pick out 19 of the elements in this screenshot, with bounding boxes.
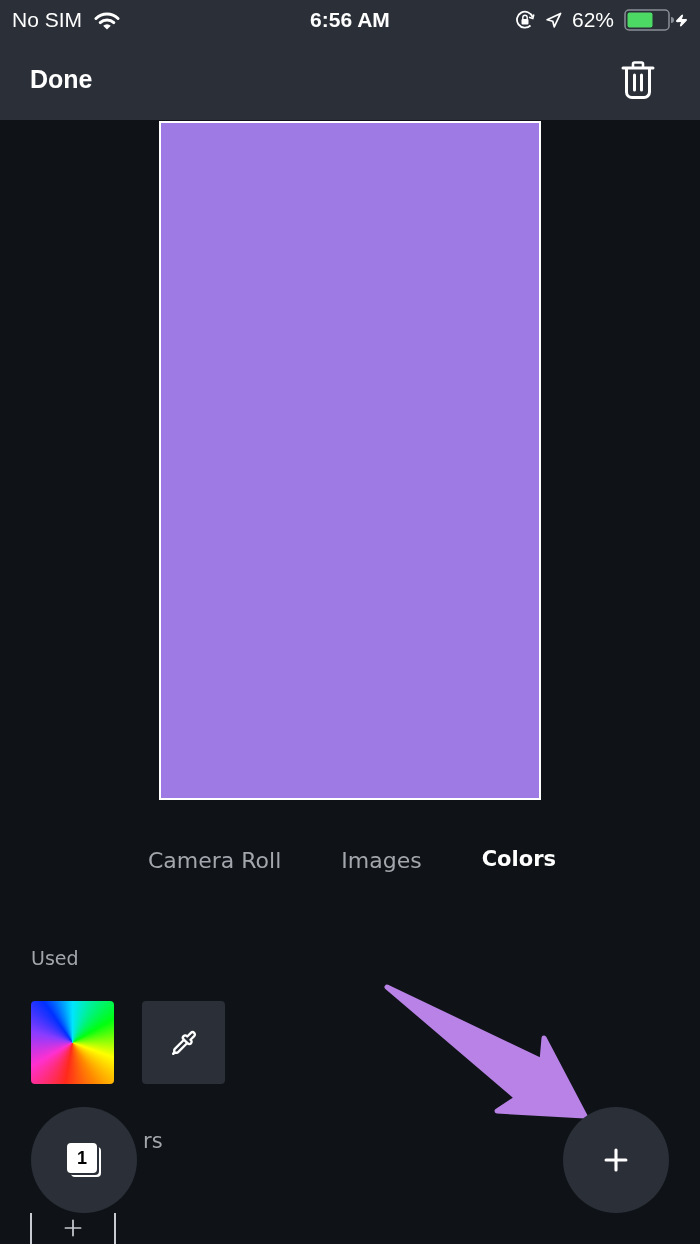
source-tab[interactable]: Colors [481,844,556,876]
battery-percent: 62% [571,7,614,34]
source-tab[interactable]: Images [341,843,422,877]
wifi-icon [94,10,120,30]
carrier-label: No SIM [12,7,82,34]
battery-icon [624,9,674,31]
pages-button[interactable]: 1 [31,1107,137,1213]
eyedropper-icon [170,1029,197,1056]
trash-icon[interactable] [621,61,655,99]
source-tab[interactable]: Camera Roll [148,843,282,877]
clock-time: 6:56 AM [310,7,390,34]
section-heading: rs [143,1128,163,1156]
done-button[interactable]: Done [30,61,93,99]
color-wheel-icon[interactable] [31,1001,114,1084]
eyedropper-button[interactable] [142,1001,225,1084]
rotation-lock-icon [514,10,535,30]
section-heading: Used [31,945,79,971]
location-arrow-icon [544,11,562,29]
charging-bolt-icon [675,13,688,27]
